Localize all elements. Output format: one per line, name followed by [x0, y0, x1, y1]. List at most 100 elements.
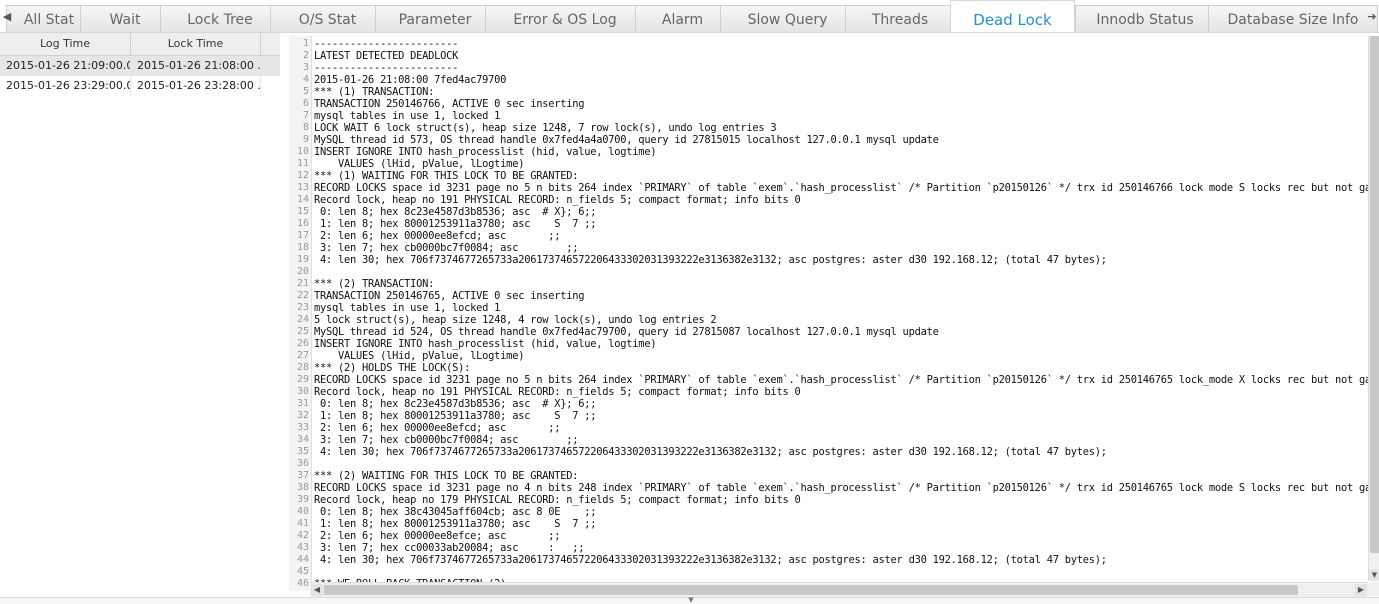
table-row[interactable]: 2015-01-26 21:09:00.0 2015-01-26 21:08:0… — [0, 56, 280, 76]
tab-parameter[interactable]: Parameter — [375, 5, 495, 32]
tab-slow-query[interactable]: Slow Query — [720, 5, 855, 32]
line-number: 17 — [296, 230, 309, 241]
code-line: 3: len 7; hex cc00033ab20084; asc : ;; — [314, 542, 585, 554]
tab-label: Threads — [871, 12, 929, 28]
code-line: 2: len 6; hex 00000ee8efcd; asc ;; — [314, 230, 561, 242]
vertical-scroll-thumb[interactable] — [1370, 36, 1379, 553]
code-line: *** (2) HOLDS THE LOCK(S): — [314, 362, 471, 374]
line-number: 40 — [296, 506, 309, 517]
tab-wait[interactable]: Wait — [80, 5, 170, 32]
code-line: 4: len 30; hex 706f7374677265733a2061737… — [314, 254, 1107, 266]
line-number: 29 — [296, 374, 309, 385]
tab-label: Dead Lock — [973, 11, 1052, 29]
code-line: RECORD LOCKS space id 3231 page no 4 n b… — [314, 482, 1368, 494]
line-number: 6 — [302, 98, 309, 109]
line-number: 10 — [296, 146, 309, 157]
triangle-down-icon[interactable]: ▼ — [1369, 569, 1379, 581]
scroll-corner — [1368, 582, 1379, 596]
line-number: 38 — [296, 482, 309, 493]
deadlock-detail-editor[interactable]: 1 2 3 4 5 6 7 8 9 10 11 12 13 14 15 16 17 18 19 20 21 22 23 24 2… — [289, 36, 1379, 603]
tab-innodb-status[interactable]: Innodb Status — [1075, 5, 1215, 32]
lock-time-cell: 2015-01-26 21:08:00 ... — [131, 56, 261, 76]
code-line: mysql tables in use 1, locked 1 — [314, 302, 501, 314]
tab-dead-lock[interactable]: Dead Lock — [950, 0, 1075, 32]
line-number: 3 — [302, 62, 309, 73]
code-line: 0: len 8; hex 8c23e4587d3b8536; asc # X}… — [314, 398, 597, 410]
code-line: 1: len 8; hex 80001253911a3780; asc S 7 … — [314, 218, 597, 230]
code-line: VALUES (lHid, pValue, lLogtime) — [314, 350, 525, 362]
tab-threads[interactable]: Threads — [845, 5, 955, 32]
chevron-down-icon[interactable]: ▼ — [676, 597, 706, 604]
column-header-lock-time[interactable]: Lock Time — [131, 33, 261, 55]
horizontal-scroll-thumb[interactable] — [324, 585, 1298, 595]
line-number: 35 — [296, 446, 309, 457]
arrow-right-icon[interactable]: ➔ — [1365, 0, 1379, 32]
code-line: 3: len 7; hex cb0000bc7f0084; asc ;; — [314, 434, 579, 446]
line-number: 25 — [296, 326, 309, 337]
line-number: 18 — [296, 242, 309, 253]
line-number: 2 — [302, 50, 309, 61]
tab-label: Lock Tree — [187, 12, 253, 28]
line-number: 32 — [296, 410, 309, 421]
code-line: 5 lock struct(s), heap size 1248, 4 row … — [314, 314, 717, 326]
line-number: 5 — [302, 86, 309, 97]
line-number: 28 — [296, 362, 309, 373]
deadlock-text[interactable]: ------------------------ LATEST DETECTED … — [314, 36, 1368, 583]
line-number: 45 — [296, 566, 309, 577]
code-line: 1: len 8; hex 80001253911a3780; asc S 7 … — [314, 410, 597, 422]
log-time-cell: 2015-01-26 21:09:00.0 — [0, 56, 131, 76]
code-line: LOCK WAIT 6 lock struct(s), heap size 12… — [314, 122, 777, 134]
code-line: 4: len 30; hex 706f7374677265733a2061737… — [314, 446, 1107, 458]
tab-alarm[interactable]: Alarm — [635, 5, 730, 32]
tab-label: Innodb Status — [1096, 12, 1194, 28]
line-number: 39 — [296, 494, 309, 505]
line-number: 24 — [296, 314, 309, 325]
code-line: Record lock, heap no 191 PHYSICAL RECORD… — [314, 194, 801, 206]
line-number: 4 — [302, 74, 309, 85]
deadlock-list: Log Time Lock Time 2015-01-26 21:09:00.0… — [0, 33, 280, 603]
line-number: 30 — [296, 386, 309, 397]
triangle-left-icon[interactable]: ◀ — [311, 584, 323, 596]
tab-label: All Stat — [23, 12, 75, 28]
tab-lock-tree[interactable]: Lock Tree — [160, 5, 280, 32]
line-number: 36 — [296, 458, 309, 469]
column-header-log-time[interactable]: Log Time — [0, 33, 131, 55]
triangle-right-icon[interactable]: ▶ — [1355, 584, 1367, 596]
code-line: Record lock, heap no 179 PHYSICAL RECORD… — [314, 494, 801, 506]
code-line: 1: len 8; hex 80001253911a3780; asc S 7 … — [314, 518, 597, 530]
line-number: 43 — [296, 542, 309, 553]
line-number: 21 — [296, 278, 309, 289]
line-number: 26 — [296, 338, 309, 349]
code-line: 4: len 30; hex 706f7374677265733a2061737… — [314, 554, 1107, 566]
tab-os-stat[interactable]: O/S Stat — [270, 5, 385, 32]
tab-label: Parameter — [398, 12, 472, 28]
code-line: INSERT IGNORE INTO hash_processlist (hid… — [314, 146, 657, 158]
code-line: ------------------------ — [314, 62, 459, 74]
horizontal-scrollbar[interactable]: ◀ ▶ — [310, 582, 1368, 597]
code-line: TRANSACTION 250146765, ACTIVE 0 sec inse… — [314, 290, 585, 302]
vertical-scrollbar[interactable]: ▼ — [1368, 36, 1379, 581]
line-number: 23 — [296, 302, 309, 313]
line-number: 34 — [296, 434, 309, 445]
code-line: 3: len 7; hex cb0000bc7f0084; asc ;; — [314, 242, 579, 254]
line-number: 33 — [296, 422, 309, 433]
tab-label: Database Size Info — [1227, 12, 1359, 28]
line-number: 15 — [296, 206, 309, 217]
line-number: 13 — [296, 182, 309, 193]
table-row[interactable]: 2015-01-26 23:29:00.0 2015-01-26 23:28:0… — [0, 76, 280, 96]
code-line: MySQL thread id 524, OS thread handle 0x… — [314, 326, 939, 338]
tab-label: Slow Query — [747, 12, 828, 28]
line-number: 16 — [296, 218, 309, 229]
code-line: TRANSACTION 250146766, ACTIVE 0 sec inse… — [314, 98, 585, 110]
arrow-left-icon[interactable]: ◀ — [0, 0, 14, 32]
code-line: ------------------------ — [314, 38, 459, 50]
code-line: LATEST DETECTED DEADLOCK — [314, 50, 459, 62]
line-number: 31 — [296, 398, 309, 409]
code-line: *** (1) TRANSACTION: — [314, 86, 435, 98]
line-number: 22 — [296, 290, 309, 301]
line-number: 19 — [296, 254, 309, 265]
tab-error-os-log[interactable]: Error & OS Log — [485, 5, 645, 32]
tab-label: Error & OS Log — [513, 12, 617, 28]
code-line: 2: len 6; hex 00000ee8efcd; asc ;; — [314, 422, 561, 434]
tab-database-size-info[interactable]: Database Size Info — [1208, 5, 1378, 32]
